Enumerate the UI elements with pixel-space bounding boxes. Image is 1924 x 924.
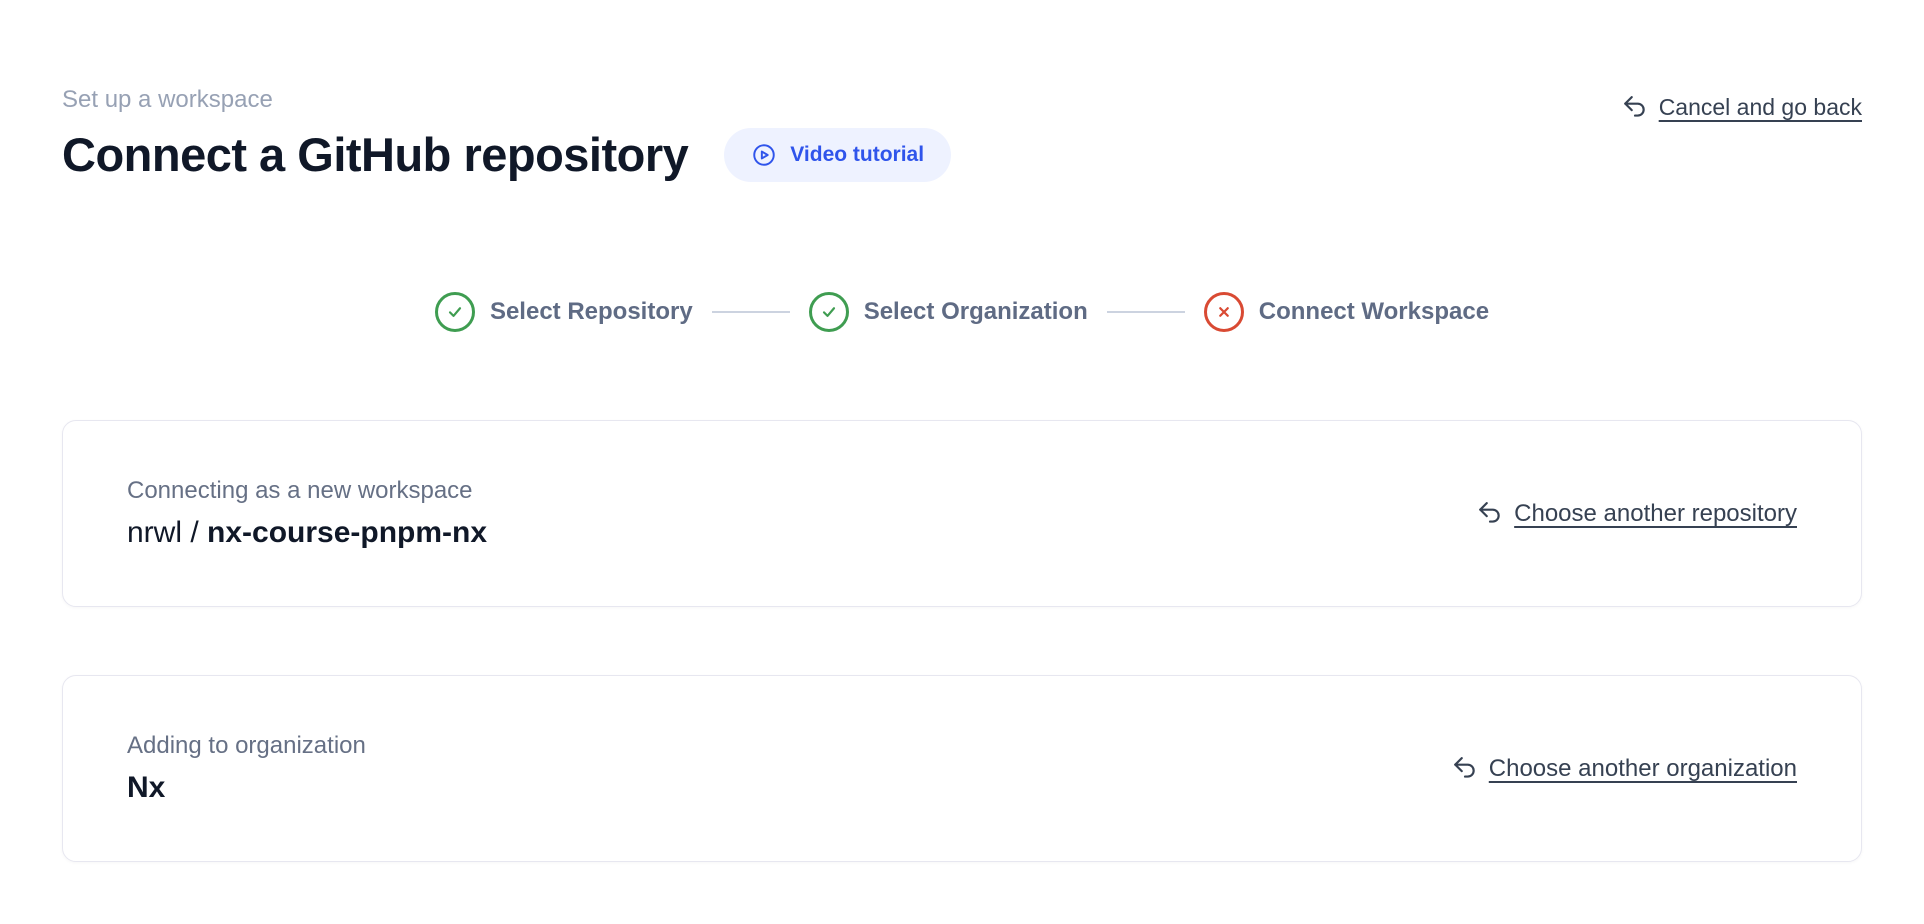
header-left: Set up a workspace Connect a GitHub repo… bbox=[62, 86, 951, 182]
repository-card: Connecting as a new workspace nrwl / nx-… bbox=[62, 420, 1862, 607]
step-select-repository: Select Repository bbox=[435, 292, 693, 332]
step-label-select-organization: Select Organization bbox=[864, 298, 1088, 326]
step-label-connect-workspace: Connect Workspace bbox=[1259, 298, 1489, 326]
cancel-and-go-back-link[interactable]: Cancel and go back bbox=[1622, 94, 1862, 121]
organization-card-label: Adding to organization bbox=[127, 732, 366, 760]
choose-another-repository-link[interactable]: Choose another repository bbox=[1477, 500, 1797, 528]
step-connector bbox=[712, 311, 790, 313]
connect-github-repository-page: Set up a workspace Connect a GitHub repo… bbox=[62, 86, 1862, 862]
undo-arrow-icon bbox=[1622, 95, 1648, 121]
eyebrow-label: Set up a workspace bbox=[62, 86, 951, 114]
video-tutorial-label: Video tutorial bbox=[790, 143, 924, 167]
undo-arrow-icon bbox=[1477, 501, 1503, 527]
organization-name-text: Nx bbox=[127, 771, 165, 804]
repository-card-info: Connecting as a new workspace nrwl / nx-… bbox=[127, 477, 487, 550]
step-connector bbox=[1107, 311, 1185, 313]
step-select-organization: Select Organization bbox=[809, 292, 1088, 332]
repository-name: nrwl / nx-course-pnpm-nx bbox=[127, 516, 487, 550]
page-header: Set up a workspace Connect a GitHub repo… bbox=[62, 86, 1862, 182]
choose-another-repository-label: Choose another repository bbox=[1514, 500, 1797, 528]
step-label-select-repository: Select Repository bbox=[490, 298, 693, 326]
check-circle-icon bbox=[809, 292, 849, 332]
cancel-link-label: Cancel and go back bbox=[1659, 94, 1862, 121]
step-connect-workspace: Connect Workspace bbox=[1204, 292, 1489, 332]
page-title: Connect a GitHub repository bbox=[62, 128, 688, 182]
repository-owner: nrwl / bbox=[127, 516, 207, 549]
repository-card-label: Connecting as a new workspace bbox=[127, 477, 487, 505]
choose-another-organization-link[interactable]: Choose another organization bbox=[1452, 755, 1797, 783]
title-row: Connect a GitHub repository Video tutori… bbox=[62, 128, 951, 182]
play-circle-icon bbox=[751, 142, 777, 168]
organization-name: Nx bbox=[127, 771, 366, 805]
undo-arrow-icon bbox=[1452, 756, 1478, 782]
organization-card: Adding to organization Nx Choose another… bbox=[62, 675, 1862, 862]
organization-card-info: Adding to organization Nx bbox=[127, 732, 366, 805]
choose-another-organization-label: Choose another organization bbox=[1489, 755, 1797, 783]
setup-stepper: Select Repository Select Organization Co… bbox=[62, 292, 1862, 332]
repository-repo: nx-course-pnpm-nx bbox=[207, 516, 487, 549]
check-circle-icon bbox=[435, 292, 475, 332]
x-circle-icon bbox=[1204, 292, 1244, 332]
video-tutorial-button[interactable]: Video tutorial bbox=[724, 128, 951, 182]
